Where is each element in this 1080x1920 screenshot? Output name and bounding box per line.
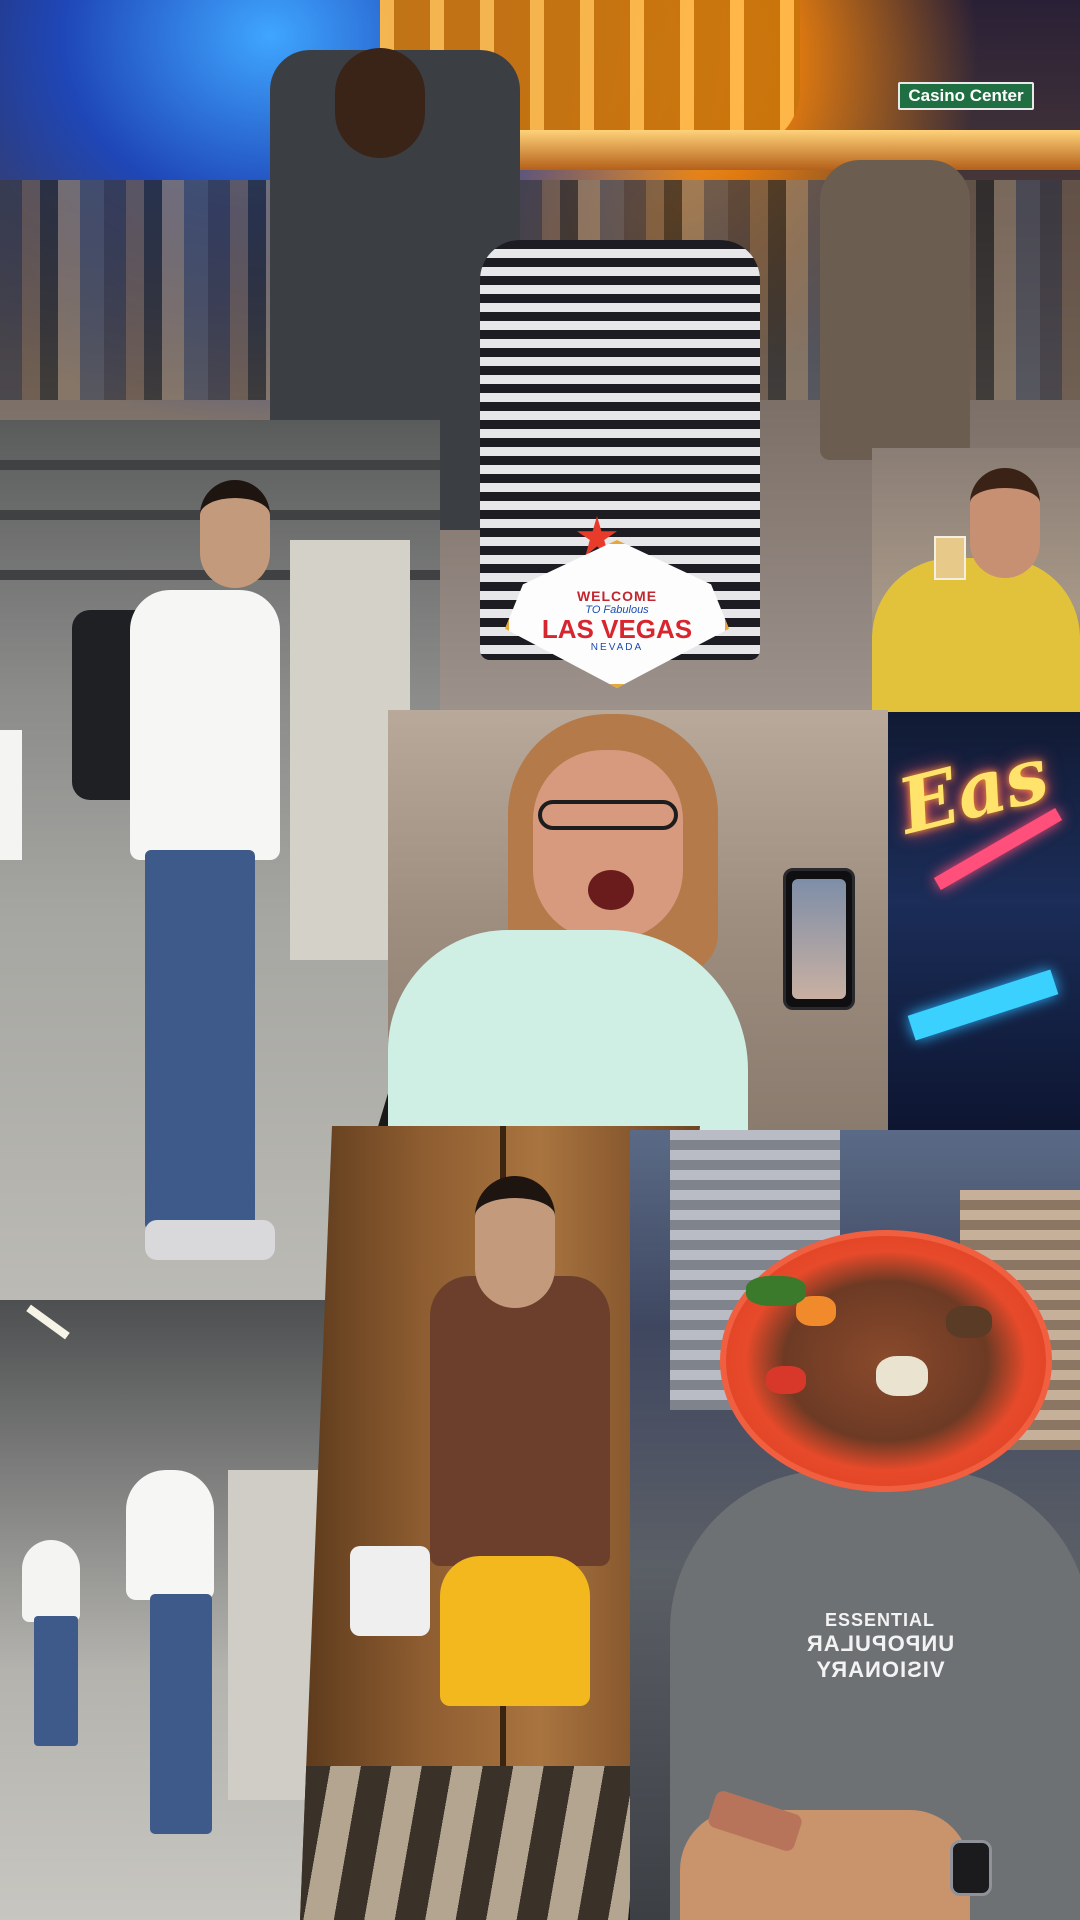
neon-arrow (907, 969, 1059, 1041)
tshirt-print-line1: ESSENTIAL (824, 1610, 935, 1630)
man-head (335, 48, 425, 158)
onion-piece (876, 1356, 928, 1396)
open-mouth (588, 870, 634, 910)
lettuce-leaf (746, 1276, 806, 1306)
mint-top (388, 930, 748, 1130)
ceiling-beam (0, 460, 440, 470)
neon-sign-text: Eas (889, 728, 1057, 852)
blue-jeans (145, 850, 255, 1230)
vegas-sign-las-vegas: LAS VEGAS (541, 613, 693, 644)
phone-screen-video-call (792, 879, 846, 999)
photo-garage-two-figures (0, 1300, 340, 1920)
street-sign: Casino Center (898, 82, 1034, 110)
figure-jeans (150, 1594, 212, 1834)
man-head (475, 1176, 555, 1308)
ceiling-light (26, 1304, 70, 1340)
vegas-sign-welcome: WELCOME (576, 587, 658, 604)
photo-excited-woman-phone (388, 710, 888, 1130)
vegas-sign-nevada: NEVADA (590, 641, 644, 653)
white-shirt (130, 590, 280, 860)
smartwatch-icon (950, 1840, 992, 1896)
smiling-face (970, 468, 1040, 578)
drink-glass (934, 536, 966, 580)
excited-face (533, 750, 683, 940)
figure-white-shirt (126, 1470, 214, 1600)
photo-food-plate-street: ESSENTIAL UNPOPULAR VISIONARY (630, 1130, 1080, 1920)
smartphone (783, 868, 855, 1010)
lakers-shorts (440, 1556, 590, 1706)
tomato-piece (766, 1366, 806, 1394)
man-head-headphones (200, 480, 270, 588)
small-figure-shirt (22, 1540, 80, 1622)
beef-piece (946, 1306, 992, 1338)
brown-tshirt (430, 1276, 610, 1566)
photo-woman-toasting (872, 448, 1080, 716)
tshirt-print: ESSENTIAL UNPOPULAR VISIONARY (740, 1610, 1020, 1683)
garage-opening (0, 730, 22, 860)
takeout-bag (350, 1546, 430, 1636)
small-figure-jeans (34, 1616, 78, 1746)
yellow-shirt (872, 558, 1080, 716)
tshirt-print-line2: UNPOPULAR VISIONARY (805, 1631, 955, 1682)
posing-couple (820, 160, 970, 460)
food-plate (720, 1230, 1052, 1492)
photo-neon-sign: Eas (888, 712, 1080, 1132)
eyeglasses (538, 800, 678, 830)
sneakers (145, 1220, 275, 1260)
